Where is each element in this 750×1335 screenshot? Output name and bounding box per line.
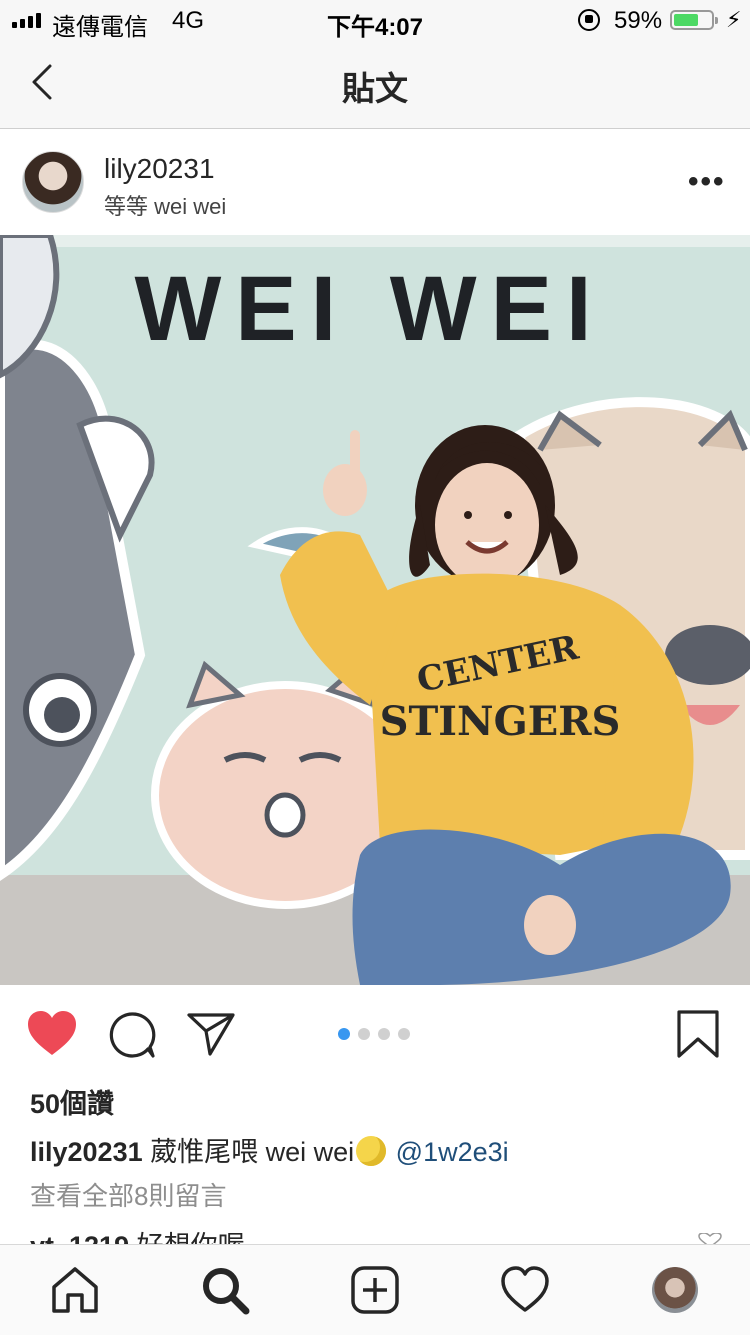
hoodie-text-line2: STINGERS xyxy=(380,698,621,745)
carousel-dot xyxy=(398,1028,410,1040)
like-heart-icon[interactable] xyxy=(26,1009,78,1062)
user-avatar[interactable] xyxy=(22,151,84,213)
comment-icon[interactable] xyxy=(108,1011,156,1064)
status-bar: 遠傳電信 4G 下午4:07 59% ⚡ xyxy=(0,0,750,41)
comment-username[interactable]: yt_1219 xyxy=(30,1231,129,1244)
rotation-lock-icon xyxy=(578,9,600,31)
carousel-dot-active xyxy=(338,1028,350,1040)
bookmark-icon[interactable] xyxy=(676,1009,720,1064)
moon-face-emoji-icon xyxy=(356,1136,387,1166)
battery-percent: 59% xyxy=(614,7,663,34)
post-caption: lily20231 葳惟尾喂 wei wei @1w2e3i xyxy=(30,1130,509,1169)
battery-icon xyxy=(670,10,718,30)
carousel-indicator xyxy=(338,1028,410,1040)
post-actions xyxy=(0,985,750,1075)
profile-avatar[interactable] xyxy=(652,1267,698,1313)
bottom-tab-bar xyxy=(0,1244,750,1335)
activity-heart-icon[interactable] xyxy=(500,1265,550,1315)
comment-text: 好想你喔 xyxy=(137,1231,245,1244)
more-options-icon[interactable]: ••• xyxy=(688,165,726,199)
caption-username[interactable]: lily20231 xyxy=(30,1137,143,1167)
caption-text: 葳惟尾喂 wei wei xyxy=(150,1137,355,1167)
carousel-dot xyxy=(378,1028,390,1040)
post-header: lily20231 等等 wei wei ••• xyxy=(0,129,750,235)
comment-row: yt_1219 好想你喔 xyxy=(30,1224,245,1244)
caption-mention[interactable]: @1w2e3i xyxy=(396,1137,509,1167)
share-paper-plane-icon[interactable] xyxy=(186,1011,236,1062)
like-count[interactable]: 50個讚 xyxy=(30,1082,114,1121)
home-icon[interactable] xyxy=(50,1265,100,1315)
search-icon[interactable] xyxy=(200,1265,250,1315)
view-all-comments-link[interactable]: 查看全部8則留言 xyxy=(30,1176,226,1213)
post-username[interactable]: lily20231 xyxy=(104,153,215,185)
post-location[interactable]: 等等 wei wei xyxy=(104,189,226,221)
carousel-dot xyxy=(358,1028,370,1040)
page-title: 貼文 xyxy=(342,70,408,107)
add-post-icon[interactable] xyxy=(350,1265,400,1315)
navigation-bar: 貼文 xyxy=(0,40,750,129)
post-photo[interactable]: WEI WEI CENTER STINGERS xyxy=(0,235,750,985)
photo-sign-text: WEI WEI xyxy=(134,258,605,360)
charging-bolt-icon: ⚡ xyxy=(726,7,742,32)
